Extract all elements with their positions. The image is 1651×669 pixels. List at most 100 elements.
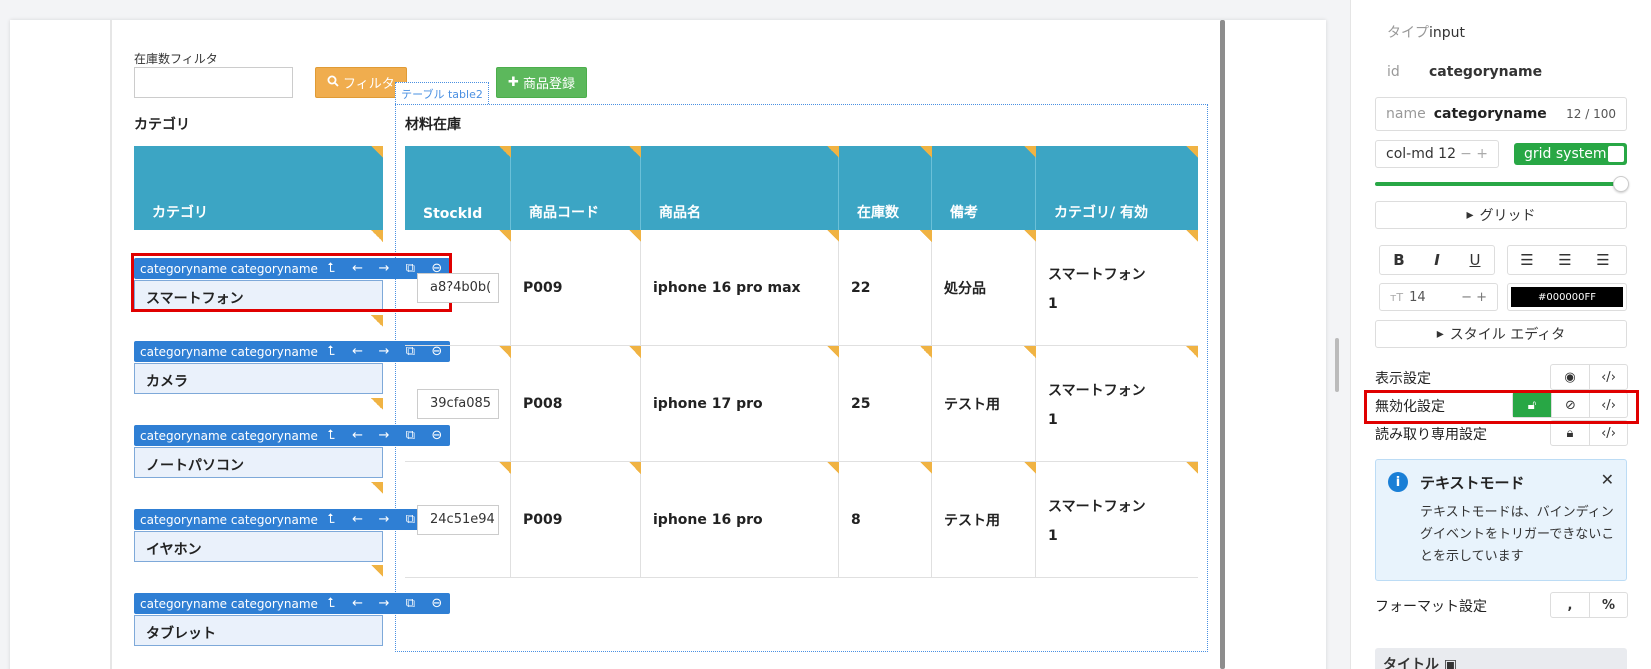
move-right-icon[interactable]: →	[371, 344, 397, 359]
stock-id-input[interactable]: 39cfa085	[417, 388, 499, 419]
category-name-field[interactable]: カメラ	[134, 363, 383, 394]
resize-corner-icon[interactable]	[371, 315, 383, 327]
resize-corner-icon[interactable]	[629, 230, 641, 242]
resize-corner-icon[interactable]	[371, 565, 383, 577]
resize-corner-icon[interactable]	[629, 462, 641, 474]
filter-button[interactable]: フィルタ	[315, 67, 407, 98]
register-product-button[interactable]: ✚ 商品登録	[496, 67, 587, 98]
resize-corner-icon[interactable]	[1186, 346, 1198, 358]
move-left-icon[interactable]: ←	[344, 344, 370, 359]
style-editor-button[interactable]: ▸ スタイル エディタ	[1375, 320, 1627, 348]
resize-corner-icon[interactable]	[629, 146, 641, 158]
resize-corner-icon[interactable]	[499, 462, 511, 474]
copy-icon[interactable]: ⧉	[397, 596, 423, 611]
minus-plus-icon[interactable]: − +	[1460, 146, 1488, 162]
resize-corner-icon[interactable]	[629, 346, 641, 358]
align-left-icon[interactable]: ☰	[1508, 251, 1546, 269]
select-parent-icon[interactable]: ⮤	[318, 344, 344, 359]
eye-slash-icon[interactable]: ◉	[1551, 365, 1589, 389]
category-name-field[interactable]: ノートパソコン	[134, 447, 383, 478]
resize-corner-icon[interactable]	[827, 462, 839, 474]
resize-corner-icon[interactable]	[827, 346, 839, 358]
resize-corner-icon[interactable]	[920, 346, 932, 358]
col-value: col-md 12	[1386, 146, 1456, 162]
comma-format-button[interactable]: ,	[1551, 593, 1589, 617]
move-right-icon[interactable]: →	[371, 428, 397, 443]
table-cell: テスト用	[932, 346, 1036, 462]
panel-resize-handle[interactable]	[1335, 338, 1339, 392]
title-section-header[interactable]: タイトル ▣	[1375, 648, 1627, 669]
category-column-header[interactable]: カテゴリ	[134, 146, 383, 230]
table-cell: スマートフォン 1	[1036, 230, 1198, 346]
move-right-icon[interactable]: →	[371, 512, 397, 527]
resize-corner-icon[interactable]	[499, 230, 511, 242]
slider-knob[interactable]	[1613, 176, 1629, 192]
move-left-icon[interactable]: ←	[344, 428, 370, 443]
column-header-note[interactable]: 備考	[932, 146, 1036, 230]
stock-filter-input[interactable]	[134, 67, 293, 98]
resize-corner-icon[interactable]	[499, 146, 511, 158]
resize-corner-icon[interactable]	[1024, 230, 1036, 242]
font-size-stepper[interactable]: ᴛT 14 − +	[1379, 283, 1498, 311]
id-label: id	[1387, 64, 1400, 80]
select-parent-icon[interactable]: ⮤	[318, 428, 344, 443]
resize-corner-icon[interactable]	[1186, 146, 1198, 158]
font-size-icon: ᴛT	[1390, 290, 1404, 304]
resize-corner-icon[interactable]	[1024, 346, 1036, 358]
percent-format-button[interactable]: %	[1589, 593, 1627, 617]
id-row: id categoryname	[1387, 64, 1542, 80]
align-right-icon[interactable]: ☰	[1584, 251, 1622, 269]
minus-plus-icon[interactable]: − +	[1461, 290, 1487, 305]
column-width-stepper[interactable]: col-md 12 − +	[1375, 140, 1499, 168]
category-name-field[interactable]: イヤホン	[134, 531, 383, 562]
cell-active: 1	[1048, 411, 1058, 428]
table-cell: スマートフォン 1	[1036, 346, 1198, 462]
resize-corner-icon[interactable]	[920, 146, 932, 158]
bold-icon[interactable]: B	[1380, 251, 1418, 269]
code-icon[interactable]: ‹/›	[1589, 365, 1627, 389]
column-header-category[interactable]: カテゴリ/ 有効	[1036, 146, 1198, 230]
move-right-icon[interactable]: →	[371, 596, 397, 611]
column-header-name[interactable]: 商品名	[641, 146, 839, 230]
resize-corner-icon[interactable]	[371, 398, 383, 410]
close-icon[interactable]: ✕	[1601, 470, 1614, 489]
info-icon: i	[1388, 472, 1408, 492]
italic-icon[interactable]: I	[1418, 251, 1456, 269]
align-center-icon[interactable]: ☰	[1546, 251, 1584, 269]
column-header-qty[interactable]: 在庫数	[839, 146, 932, 230]
resize-corner-icon[interactable]	[920, 230, 932, 242]
code-icon[interactable]: ‹/›	[1589, 421, 1627, 445]
select-parent-icon[interactable]: ⮤	[318, 512, 344, 527]
resize-corner-icon[interactable]	[827, 146, 839, 158]
color-picker[interactable]: #000000FF	[1507, 283, 1627, 311]
grid-system-toggle[interactable]: grid system	[1514, 143, 1627, 165]
resize-corner-icon[interactable]	[371, 146, 383, 158]
stock-id-input[interactable]: 24c51e94	[417, 504, 499, 535]
remove-icon[interactable]: ⊖	[424, 596, 450, 611]
column-header-code[interactable]: 商品コード	[511, 146, 641, 230]
resize-corner-icon[interactable]	[371, 230, 383, 242]
lock-icon[interactable]: 🔒︎	[1551, 421, 1589, 445]
table2-tab[interactable]: テーブル table2	[395, 82, 489, 104]
column-header-stockid[interactable]: StockId	[405, 146, 511, 230]
resize-corner-icon[interactable]	[1024, 146, 1036, 158]
column-header-label: 商品名	[659, 205, 701, 221]
resize-corner-icon[interactable]	[1024, 462, 1036, 474]
resize-corner-icon[interactable]	[920, 462, 932, 474]
grid-expand-button[interactable]: ▸ グリッド	[1375, 201, 1627, 229]
resize-corner-icon[interactable]	[499, 346, 511, 358]
select-parent-icon[interactable]: ⮤	[318, 596, 344, 611]
width-slider[interactable]	[1375, 182, 1617, 186]
name-field[interactable]: name categoryname 12 / 100	[1375, 97, 1627, 131]
move-left-icon[interactable]: ←	[344, 512, 370, 527]
category-name-field[interactable]: タブレット	[134, 615, 383, 646]
move-left-icon[interactable]: ←	[344, 596, 370, 611]
color-value: #000000FF	[1511, 287, 1623, 307]
resize-corner-icon[interactable]	[1186, 462, 1198, 474]
resize-corner-icon[interactable]	[827, 230, 839, 242]
underline-icon[interactable]: U	[1456, 251, 1494, 269]
resize-corner-icon[interactable]	[1186, 230, 1198, 242]
stock-id-input[interactable]: a8?4b0b(	[417, 272, 499, 303]
resize-corner-icon[interactable]	[371, 482, 383, 494]
canvas-scrollbar[interactable]	[1220, 20, 1225, 669]
